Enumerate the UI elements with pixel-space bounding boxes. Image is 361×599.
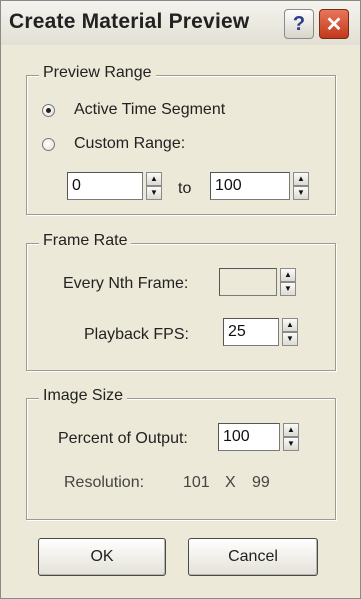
range-to-spin-arrows: ▲ ▼ (293, 172, 309, 200)
every-nth-frame-spinner: ▲ ▼ (219, 268, 296, 296)
spin-up-icon[interactable]: ▲ (283, 423, 299, 437)
help-button[interactable]: ? (284, 9, 314, 39)
spin-up-icon[interactable]: ▲ (146, 172, 162, 186)
range-from-spinner: ▲ ▼ (67, 172, 162, 200)
spin-up-icon[interactable]: ▲ (293, 172, 309, 186)
title-bar[interactable]: Create Material Preview ? ✕ (1, 1, 360, 45)
percent-of-output-input[interactable] (218, 423, 280, 451)
range-from-spin-arrows: ▲ ▼ (146, 172, 162, 200)
active-time-segment-radio[interactable] (42, 104, 55, 117)
spin-down-icon[interactable]: ▼ (293, 186, 309, 200)
frame-rate-legend: Frame Rate (39, 232, 132, 250)
percent-of-output-spinner: ▲ ▼ (218, 423, 299, 451)
image-size-group: Image Size Percent of Output: ▲ ▼ Resolu… (26, 387, 336, 520)
playback-fps-spin-arrows: ▲ ▼ (282, 318, 298, 346)
resolution-width: 101 (183, 474, 210, 491)
cancel-button[interactable]: Cancel (188, 538, 318, 576)
spin-down-icon[interactable]: ▼ (280, 282, 296, 296)
percent-of-output-label: Percent of Output: (58, 430, 188, 447)
create-material-preview-dialog: Create Material Preview ? ✕ Preview Rang… (0, 0, 361, 599)
custom-range-radio[interactable] (42, 138, 55, 151)
playback-fps-label: Playback FPS: (84, 326, 189, 343)
image-size-legend: Image Size (39, 387, 128, 405)
range-to-input[interactable] (210, 172, 290, 200)
range-to-label: to (178, 180, 192, 197)
close-button[interactable]: ✕ (319, 9, 349, 39)
resolution-label: Resolution: (64, 474, 145, 491)
range-to-spinner: ▲ ▼ (210, 172, 309, 200)
frame-rate-group: Frame Rate Every Nth Frame: ▲ ▼ Playback… (26, 232, 336, 371)
dialog-title: Create Material Preview (9, 10, 250, 33)
preview-range-legend: Preview Range (39, 64, 156, 82)
spin-down-icon[interactable]: ▼ (282, 332, 298, 346)
every-nth-frame-input[interactable] (219, 268, 277, 296)
every-nth-frame-spin-arrows: ▲ ▼ (280, 268, 296, 296)
resolution-height: 99 (252, 474, 270, 491)
spin-down-icon[interactable]: ▼ (146, 186, 162, 200)
custom-range-label[interactable]: Custom Range: (74, 135, 185, 153)
percent-of-output-spin-arrows: ▲ ▼ (283, 423, 299, 451)
range-from-input[interactable] (67, 172, 143, 200)
resolution-x: X (225, 474, 236, 491)
every-nth-frame-label: Every Nth Frame: (63, 275, 189, 292)
spin-up-icon[interactable]: ▲ (280, 268, 296, 282)
help-icon: ? (292, 12, 306, 35)
preview-range-group: Preview Range Active Time Segment Custom… (26, 64, 336, 215)
ok-button[interactable]: OK (38, 538, 166, 576)
active-time-segment-label[interactable]: Active Time Segment (74, 101, 225, 119)
spin-up-icon[interactable]: ▲ (282, 318, 298, 332)
close-icon: ✕ (325, 13, 343, 36)
playback-fps-input[interactable] (223, 318, 279, 346)
playback-fps-spinner: ▲ ▼ (223, 318, 298, 346)
spin-down-icon[interactable]: ▼ (283, 437, 299, 451)
